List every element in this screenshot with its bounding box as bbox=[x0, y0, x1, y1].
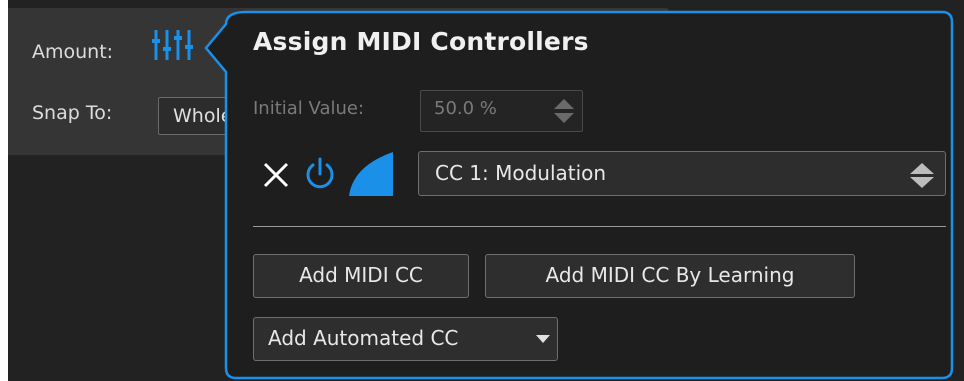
power-icon[interactable] bbox=[302, 156, 338, 192]
close-icon[interactable] bbox=[261, 160, 291, 190]
popup-title: Assign MIDI Controllers bbox=[253, 27, 589, 56]
cc-dropdown-value: CC 1: Modulation bbox=[435, 161, 607, 185]
add-automated-cc-dropdown[interactable]: Add Automated CC bbox=[253, 317, 558, 361]
add-midi-cc-by-learning-button[interactable]: Add MIDI CC By Learning bbox=[485, 254, 855, 298]
initial-value-text: 50.0 % bbox=[434, 98, 497, 119]
add-midi-cc-button[interactable]: Add MIDI CC bbox=[253, 254, 469, 298]
divider bbox=[253, 226, 946, 227]
chevron-down-icon bbox=[536, 335, 550, 343]
initial-value-label: Initial Value: bbox=[253, 98, 365, 119]
spinner-arrows-icon bbox=[554, 99, 574, 123]
curve-icon[interactable] bbox=[347, 150, 397, 198]
spinner-arrows-icon bbox=[910, 163, 934, 188]
